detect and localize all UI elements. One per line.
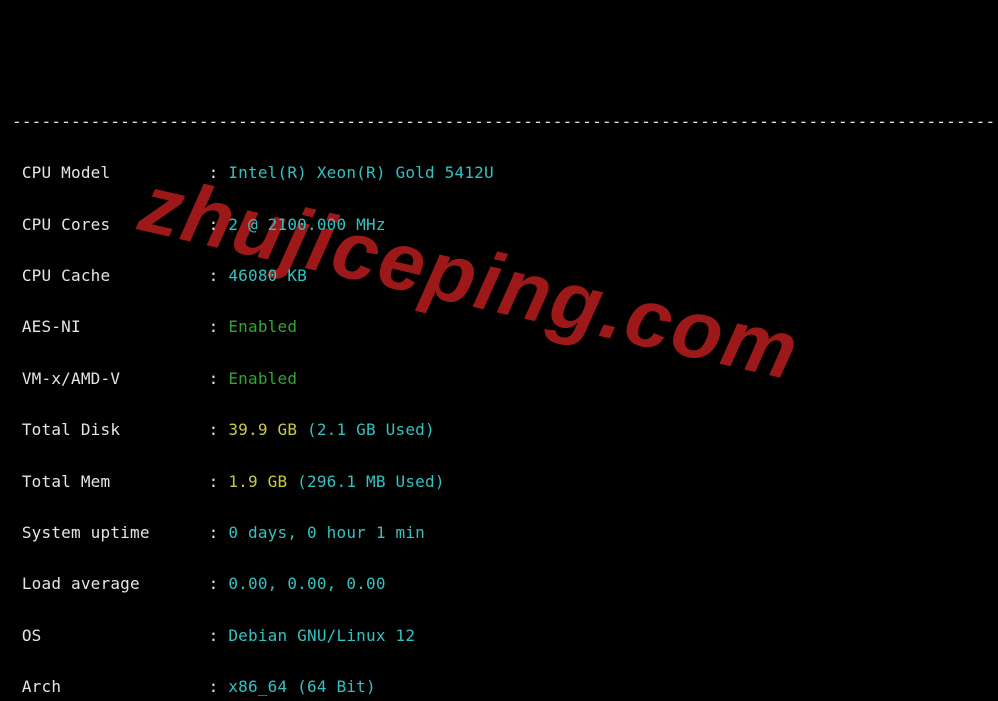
row-load: Load average : 0.00, 0.00, 0.00 bbox=[12, 571, 986, 597]
value-disk: 39.9 GB bbox=[228, 420, 297, 439]
value-os: Debian GNU/Linux 12 bbox=[228, 626, 415, 645]
row-mem: Total Mem : 1.9 GB (296.1 MB Used) bbox=[12, 469, 986, 495]
label-aes-ni: AES-NI bbox=[12, 317, 209, 336]
value-mem: 1.9 GB bbox=[228, 472, 287, 491]
terminal-output: zhujiceping.com ------------------------… bbox=[0, 0, 998, 701]
label-cpu-cores: CPU Cores bbox=[12, 215, 209, 234]
row-cpu-model: CPU Model : Intel(R) Xeon(R) Gold 5412U bbox=[12, 160, 986, 186]
label-uptime: System uptime bbox=[12, 523, 209, 542]
row-disk: Total Disk : 39.9 GB (2.1 GB Used) bbox=[12, 417, 986, 443]
value-vmx: Enabled bbox=[228, 369, 297, 388]
label-cpu-model: CPU Model bbox=[12, 163, 209, 182]
label-os: OS bbox=[12, 626, 209, 645]
value-mem-used: (296.1 MB Used) bbox=[287, 472, 444, 491]
value-load: 0.00, 0.00, 0.00 bbox=[228, 574, 385, 593]
value-cpu-cores: 2 @ 2100.000 MHz bbox=[228, 215, 385, 234]
row-vmx: VM-x/AMD-V : Enabled bbox=[12, 366, 986, 392]
label-arch: Arch bbox=[12, 677, 209, 696]
value-uptime: 0 days, 0 hour 1 min bbox=[228, 523, 425, 542]
row-os: OS : Debian GNU/Linux 12 bbox=[12, 623, 986, 649]
label-cpu-cache: CPU Cache bbox=[12, 266, 209, 285]
row-cpu-cores: CPU Cores : 2 @ 2100.000 MHz bbox=[12, 212, 986, 238]
divider-top: ----------------------------------------… bbox=[12, 109, 986, 135]
label-mem: Total Mem bbox=[12, 472, 209, 491]
value-arch: x86_64 (64 Bit) bbox=[228, 677, 376, 696]
label-vmx: VM-x/AMD-V bbox=[12, 369, 209, 388]
row-arch: Arch : x86_64 (64 Bit) bbox=[12, 674, 986, 700]
row-uptime: System uptime : 0 days, 0 hour 1 min bbox=[12, 520, 986, 546]
terminal-lines: ----------------------------------------… bbox=[12, 83, 986, 701]
row-cpu-cache: CPU Cache : 46080 KB bbox=[12, 263, 986, 289]
value-cpu-model: Intel(R) Xeon(R) Gold 5412U bbox=[228, 163, 494, 182]
value-disk-used: (2.1 GB Used) bbox=[297, 420, 435, 439]
label-disk: Total Disk bbox=[12, 420, 209, 439]
label-load: Load average bbox=[12, 574, 209, 593]
value-aes-ni: Enabled bbox=[228, 317, 297, 336]
row-aes-ni: AES-NI : Enabled bbox=[12, 314, 986, 340]
value-cpu-cache: 46080 KB bbox=[228, 266, 307, 285]
